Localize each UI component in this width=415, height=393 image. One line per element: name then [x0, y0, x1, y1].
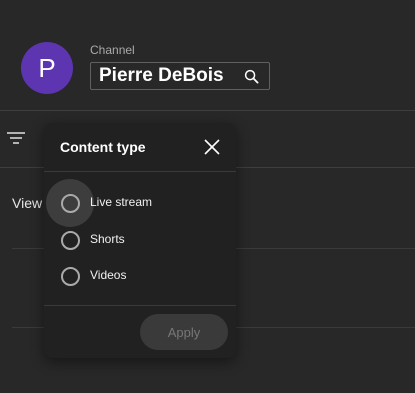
view-text: View	[12, 195, 43, 211]
channel-label: Channel	[90, 43, 135, 57]
option-videos[interactable]: Videos	[44, 258, 236, 294]
header-divider	[0, 110, 415, 111]
radio-wrap	[46, 252, 94, 300]
apply-button[interactable]: Apply	[140, 314, 228, 350]
close-icon[interactable]	[202, 137, 222, 157]
option-label: Shorts	[90, 232, 125, 246]
search-icon[interactable]	[243, 68, 259, 84]
channel-name: Pierre DeBois	[99, 65, 224, 86]
channel-avatar[interactable]: P	[21, 42, 73, 94]
popup-header-divider	[44, 171, 236, 172]
avatar-letter: P	[38, 52, 56, 83]
radio-button[interactable]	[60, 266, 80, 286]
popup-footer-divider	[44, 305, 236, 306]
popup-title: Content type	[60, 139, 146, 155]
filter-icon[interactable]	[6, 130, 26, 146]
radio-button[interactable]	[60, 230, 80, 250]
option-label: Live stream	[90, 195, 153, 209]
channel-selector[interactable]: Pierre DeBois	[90, 62, 270, 90]
content-type-popup: Content type Live stream Shorts Videos A…	[44, 123, 236, 358]
option-label: Videos	[90, 268, 127, 282]
radio-button[interactable]	[60, 193, 80, 213]
